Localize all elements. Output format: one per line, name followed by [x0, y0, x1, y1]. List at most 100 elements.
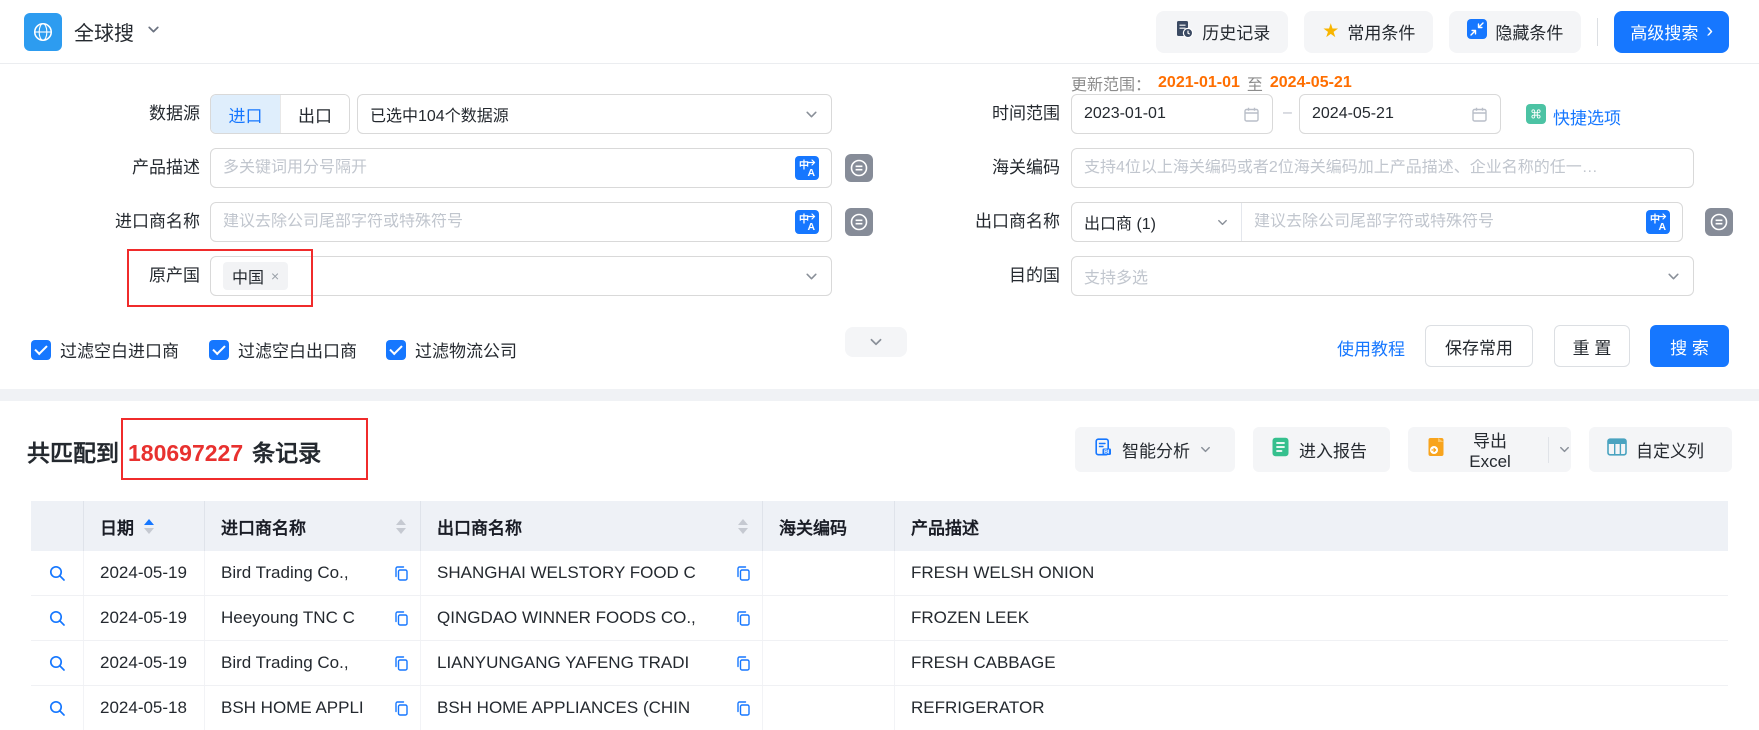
checkbox-checked-icon	[209, 340, 229, 360]
checkbox-checked-icon	[386, 340, 406, 360]
origin-country-label: 原产国	[30, 256, 200, 296]
copy-icon[interactable]	[735, 655, 752, 672]
cell-importer: BSH HOME APPLI	[205, 686, 421, 730]
table-row: 2024-05-18 BSH HOME APPLI BSH HOME APPLI…	[31, 686, 1728, 730]
copy-icon[interactable]	[393, 655, 410, 672]
origin-country-select[interactable]: 中国 ×	[210, 256, 832, 296]
chevron-down-icon[interactable]	[146, 22, 161, 42]
export-excel-button[interactable]: 导出Excel	[1408, 427, 1571, 472]
copy-icon[interactable]	[735, 565, 752, 582]
smart-analysis-button[interactable]: BI 智能分析	[1075, 427, 1235, 472]
copy-icon[interactable]	[393, 565, 410, 582]
table-row: 2024-05-19 Bird Trading Co., SHANGHAI WE…	[31, 551, 1728, 596]
filter-blank-importer-checkbox[interactable]: 过滤空白进口商	[31, 337, 179, 362]
date-start-input[interactable]	[1084, 105, 1243, 123]
translate-icon[interactable]: 中A	[1646, 210, 1670, 234]
cell-product: REFRIGERATOR	[895, 686, 1728, 730]
product-desc-input[interactable]	[223, 159, 787, 177]
svg-text:BI: BI	[1104, 450, 1110, 456]
favorites-button[interactable]: ★ 常用条件	[1304, 11, 1433, 53]
chevron-down-icon	[1199, 443, 1212, 456]
copy-icon[interactable]	[735, 610, 752, 627]
results-table: 日期 进口商名称 出口商名称 海关编码 产品描述 2024-05-19 Bird…	[31, 501, 1728, 730]
hs-code-input[interactable]	[1084, 159, 1681, 177]
translate-icon[interactable]: 中A	[795, 210, 819, 234]
advanced-search-button[interactable]: 高级搜索 ›	[1614, 11, 1729, 53]
search-button[interactable]: 搜 索	[1650, 325, 1729, 367]
table-row: 2024-05-19 Bird Trading Co., LIANYUNGANG…	[31, 641, 1728, 686]
cell-product: FROZEN LEEK	[895, 596, 1728, 640]
importer-input[interactable]	[223, 213, 787, 231]
tutorial-link[interactable]: 使用教程	[1337, 335, 1405, 360]
exporter-type-select[interactable]: 出口商 (1)	[1084, 203, 1242, 241]
filter-logistics-checkbox[interactable]: 过滤物流公司	[386, 337, 517, 362]
fuzzy-match-icon[interactable]	[845, 154, 873, 182]
cell-date: 2024-05-19	[84, 596, 205, 640]
topbar: 全球搜 历史记录 ★ 常用条件 隐藏条件	[0, 0, 1759, 64]
copy-icon[interactable]	[393, 610, 410, 627]
cell-hs-code	[763, 596, 895, 640]
exporter-label: 出口商名称	[890, 202, 1060, 242]
search-icon	[48, 564, 66, 582]
brand[interactable]: 全球搜	[24, 13, 161, 51]
chevron-right-icon: ›	[1706, 21, 1713, 41]
quick-options-link[interactable]: ⌘ 快捷选项	[1526, 104, 1621, 129]
collapse-panel-button[interactable]	[845, 327, 907, 357]
calendar-icon[interactable]	[1471, 106, 1488, 123]
tab-export[interactable]: 出口	[280, 95, 349, 133]
cell-importer: Bird Trading Co.,	[205, 641, 421, 685]
product-desc-field: 中A	[210, 148, 832, 188]
row-detail-button[interactable]	[31, 551, 84, 595]
cell-date: 2024-05-19	[84, 551, 205, 595]
row-detail-button[interactable]	[31, 596, 84, 640]
data-source-select[interactable]: 已选中104个数据源	[357, 94, 832, 134]
excel-dropdown-toggle[interactable]	[1558, 443, 1571, 456]
destination-select[interactable]: 支持多选	[1071, 256, 1694, 296]
checkbox-checked-icon	[31, 340, 51, 360]
hide-conditions-button[interactable]: 隐藏条件	[1449, 11, 1581, 53]
app-title: 全球搜	[74, 17, 134, 46]
copy-icon[interactable]	[393, 700, 410, 717]
tab-import[interactable]: 进口	[211, 95, 280, 133]
tag-close-icon[interactable]: ×	[271, 268, 279, 284]
save-conditions-button[interactable]: 保存常用	[1425, 325, 1533, 367]
cell-date: 2024-05-19	[84, 641, 205, 685]
cell-exporter: BSH HOME APPLIANCES (CHIN	[421, 686, 763, 730]
copy-icon[interactable]	[735, 700, 752, 717]
row-detail-button[interactable]	[31, 641, 84, 685]
chevron-down-icon	[1216, 216, 1229, 229]
date-end-field	[1299, 94, 1501, 134]
results-summary: 共匹配到 180697227 条记录	[27, 434, 321, 468]
chevron-down-icon	[1558, 443, 1571, 456]
fuzzy-match-icon[interactable]	[1705, 208, 1733, 236]
fuzzy-match-icon[interactable]	[845, 208, 873, 236]
reset-button[interactable]: 重 置	[1554, 325, 1630, 367]
svg-text:⌘: ⌘	[1530, 108, 1542, 122]
sort-toggle[interactable]	[738, 519, 748, 534]
global-search-page: 全球搜 历史记录 ★ 常用条件 隐藏条件	[0, 0, 1759, 730]
cell-importer: Heeyoung TNC C	[205, 596, 421, 640]
chevron-down-icon	[804, 107, 819, 122]
history-button[interactable]: 历史记录	[1156, 11, 1288, 53]
import-export-toggle: 进口 出口	[210, 94, 350, 134]
row-detail-button[interactable]	[31, 686, 84, 730]
date-end-input[interactable]	[1312, 105, 1471, 123]
topbar-actions: 历史记录 ★ 常用条件 隐藏条件 高级搜索 ›	[1156, 11, 1729, 53]
calendar-icon[interactable]	[1243, 106, 1260, 123]
filter-blank-exporter-checkbox[interactable]: 过滤空白出口商	[209, 337, 357, 362]
cell-hs-code	[763, 686, 895, 730]
header-hs-code: 海关编码	[763, 501, 895, 551]
search-icon	[48, 654, 66, 672]
cell-hs-code	[763, 551, 895, 595]
sort-toggle[interactable]	[396, 519, 406, 534]
sort-toggle[interactable]	[144, 519, 154, 534]
star-icon: ★	[1322, 22, 1339, 41]
enter-report-button[interactable]: 进入报告	[1253, 427, 1390, 472]
exporter-field: 出口商 (1) 中A	[1071, 202, 1683, 242]
product-desc-label: 产品描述	[30, 148, 200, 188]
custom-columns-button[interactable]: 自定义列	[1589, 427, 1732, 472]
translate-icon[interactable]: 中A	[795, 156, 819, 180]
report-icon	[1271, 437, 1290, 462]
cell-product: FRESH CABBAGE	[895, 641, 1728, 685]
exporter-input[interactable]	[1254, 213, 1638, 231]
